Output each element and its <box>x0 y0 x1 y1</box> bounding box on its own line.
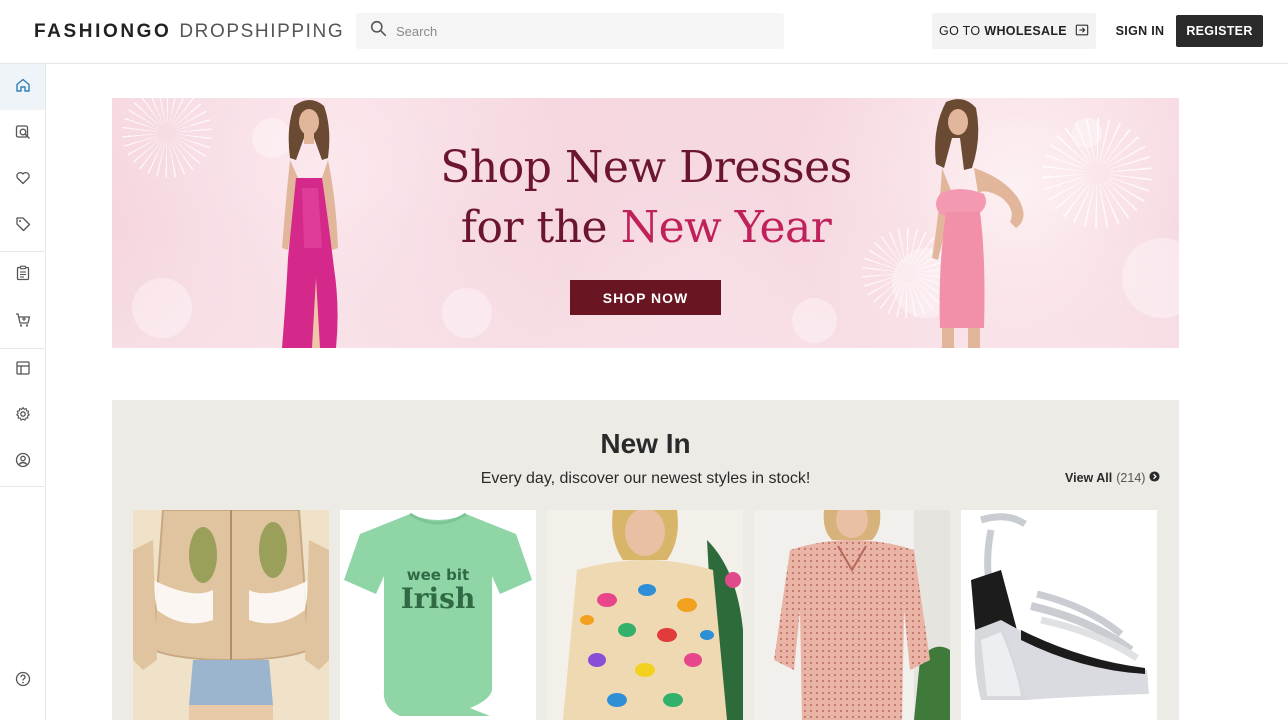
sign-in-button[interactable]: SIGN IN <box>1108 15 1172 47</box>
sidebar-item-dashboard[interactable] <box>0 347 45 393</box>
new-in-subtitle: Every day, discover our newest styles in… <box>480 470 811 487</box>
user-circle-icon <box>15 452 31 473</box>
logo-sub: DROPSHIPPING <box>179 21 345 42</box>
top-header: FASHIONGO DROPSHIPPING GO TO WHOLESALE S… <box>0 0 1288 64</box>
product-card-pink-blouse[interactable] <box>754 510 950 720</box>
tag-icon <box>15 216 31 237</box>
view-all-link[interactable]: View All (214) <box>1065 471 1160 485</box>
search-bar[interactable] <box>356 13 784 49</box>
shop-now-button[interactable]: SHOP NOW <box>570 280 721 315</box>
search-input[interactable] <box>396 23 776 39</box>
exit-arrow-icon <box>1067 23 1089 40</box>
banner-headline-accent: New Year <box>620 202 832 253</box>
search-icon <box>370 20 387 42</box>
go-to-wholesale-button[interactable]: GO TO WHOLESALE <box>932 13 1096 49</box>
product-image <box>961 510 1157 720</box>
sidebar-item-account[interactable] <box>0 439 45 485</box>
logo-brand: FASHIONGO <box>34 21 172 42</box>
view-all-label: View All <box>1065 471 1113 485</box>
bokeh-light <box>442 288 492 338</box>
sidebar-item-settings[interactable] <box>0 393 45 439</box>
arrow-circle-right-icon <box>1145 471 1160 485</box>
new-in-section: New In Every day, discover our newest st… <box>112 400 1179 720</box>
sidebar <box>0 64 46 720</box>
sidebar-item-cart[interactable] <box>0 299 45 345</box>
banner-headline-prefix: for the <box>460 202 621 253</box>
banner-headline-line2: for the New Year <box>372 198 920 258</box>
model-pink-sequin-dress <box>282 100 338 348</box>
product-card-silver-sandal[interactable] <box>961 510 1157 720</box>
product-image <box>754 510 950 720</box>
banner-headline-line1: Shop New Dresses <box>440 142 852 193</box>
product-card-wee-bit-irish-tee[interactable]: wee bit Irish <box>340 510 536 720</box>
search-product-icon <box>15 124 31 145</box>
firework-decoration <box>122 98 212 178</box>
sidebar-divider <box>0 486 45 487</box>
product-image: wee bit Irish <box>340 510 536 720</box>
sidebar-item-deals[interactable] <box>0 203 45 249</box>
home-icon <box>15 77 31 98</box>
sidebar-item-search-products[interactable] <box>0 111 45 157</box>
cart-icon <box>15 312 31 333</box>
product-card-cactus-cardigan[interactable] <box>133 510 329 720</box>
bokeh-light <box>1122 238 1179 318</box>
gear-icon <box>15 406 31 427</box>
tee-print-line2: Irish <box>401 582 476 615</box>
bokeh-light <box>132 278 192 338</box>
new-in-title: New In <box>600 428 691 459</box>
heart-icon <box>15 170 31 191</box>
wholesale-label: WHOLESALE <box>984 24 1067 38</box>
product-card-leopard-sweater[interactable] <box>547 510 743 720</box>
clipboard-icon <box>15 265 31 286</box>
model-pink-ruffle-dress <box>932 99 1024 348</box>
sidebar-item-help[interactable] <box>0 658 45 704</box>
banner-headline: Shop New Dresses for the New Year <box>372 138 920 258</box>
sidebar-item-orders[interactable] <box>0 252 45 298</box>
sidebar-item-home[interactable] <box>0 64 45 110</box>
fashiongo-logo[interactable]: FASHIONGO DROPSHIPPING <box>34 21 344 43</box>
bokeh-light <box>792 298 837 343</box>
product-image <box>133 510 329 720</box>
help-icon <box>15 671 31 692</box>
wholesale-prefix: GO TO <box>939 24 981 38</box>
sidebar-item-favorites[interactable] <box>0 157 45 203</box>
product-image <box>547 510 743 720</box>
register-button[interactable]: REGISTER <box>1176 15 1263 47</box>
promo-banner[interactable]: Shop New Dresses for the New Year SHOP N… <box>112 98 1179 348</box>
view-all-count: (214) <box>1116 471 1146 485</box>
layout-icon <box>15 360 31 381</box>
